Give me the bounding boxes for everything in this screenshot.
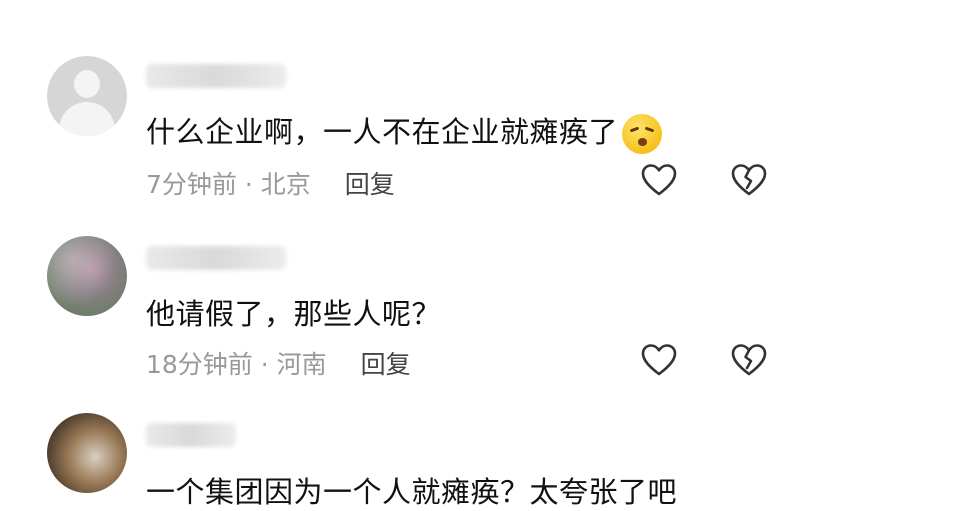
- avatar[interactable]: [47, 236, 127, 316]
- avatar[interactable]: [47, 56, 127, 136]
- avatar[interactable]: [47, 413, 127, 493]
- comment-meta: 18分钟前 · 河南 回复: [146, 345, 411, 381]
- avatar-photo-blur: [47, 236, 127, 316]
- username[interactable]: [146, 64, 286, 88]
- reply-button[interactable]: 回复: [345, 170, 395, 199]
- username[interactable]: [146, 423, 236, 447]
- comment-time: 7分钟前: [146, 170, 237, 199]
- avatar-head-shape: [74, 70, 100, 98]
- comment-text-content: 什么企业啊，一人不在企业就瘫痪了: [146, 115, 619, 149]
- heart-outline-icon: [641, 344, 677, 376]
- username[interactable]: [146, 246, 286, 270]
- like-button[interactable]: [641, 343, 677, 377]
- shushing-face-emoji-icon: [622, 114, 663, 154]
- like-button[interactable]: [641, 163, 677, 197]
- meta-separator: ·: [252, 350, 277, 379]
- meta-separator: ·: [236, 170, 261, 199]
- dislike-button[interactable]: [731, 343, 767, 377]
- comment-text: 一个集团因为一个人就瘫痪？太夸张了吧: [146, 475, 678, 509]
- comment-location: 河南: [276, 350, 327, 379]
- dislike-button[interactable]: [731, 163, 767, 197]
- comment-text: 他请假了，那些人呢？: [146, 297, 442, 331]
- broken-heart-icon: [731, 344, 767, 376]
- reply-button[interactable]: 回复: [361, 350, 411, 379]
- heart-outline-icon: [641, 164, 677, 196]
- comment-meta: 7分钟前 · 北京 回复: [146, 165, 395, 201]
- comment-location: 北京: [260, 170, 311, 199]
- broken-heart-icon: [731, 164, 767, 196]
- comment-text: 什么企业啊，一人不在企业就瘫痪了: [146, 109, 663, 154]
- avatar-body-shape: [59, 102, 115, 136]
- comment-time: 18分钟前: [146, 350, 253, 379]
